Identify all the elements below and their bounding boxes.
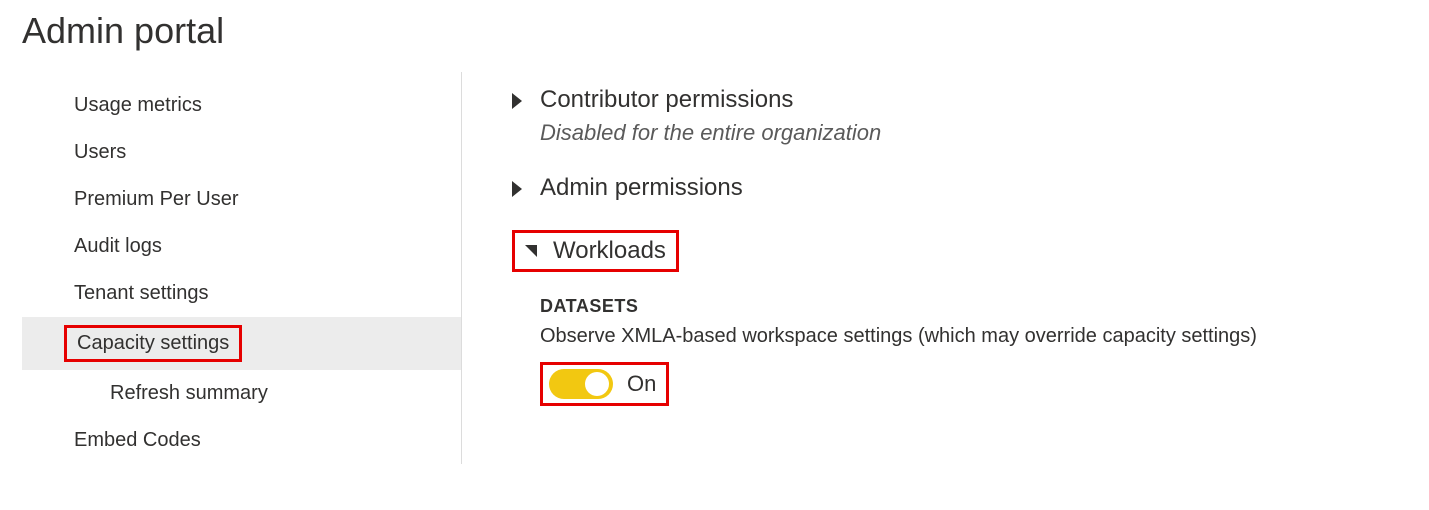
chevron-right-icon [512, 179, 526, 197]
toggle-knob [585, 372, 609, 396]
section-admin-permissions: Admin permissions [512, 174, 1429, 202]
section-header[interactable]: Workloads [512, 230, 1429, 272]
toggle-state-label: On [627, 371, 656, 397]
sidebar: Usage metrics Users Premium Per User Aud… [22, 72, 462, 464]
page-title: Admin portal [22, 10, 1429, 52]
sidebar-item-capacity-settings[interactable]: Capacity settings [22, 317, 461, 370]
highlight-box: Workloads [512, 230, 679, 272]
section-contributor-permissions: Contributor permissions Disabled for the… [512, 86, 1429, 146]
sidebar-item-users[interactable]: Users [22, 129, 461, 176]
sidebar-item-premium-per-user[interactable]: Premium Per User [22, 176, 461, 223]
sidebar-item-usage-metrics[interactable]: Usage metrics [22, 82, 461, 129]
sidebar-item-label: Capacity settings [77, 332, 229, 355]
sidebar-item-audit-logs[interactable]: Audit logs [22, 223, 461, 270]
section-workloads: Workloads DATASETS Observe XMLA-based wo… [512, 230, 1429, 406]
observe-xmla-toggle[interactable] [549, 369, 613, 399]
highlight-box: On [540, 362, 669, 406]
highlight-box: Capacity settings [64, 325, 242, 362]
section-title: Contributor permissions [540, 86, 793, 114]
section-subtext: Disabled for the entire organization [540, 120, 1429, 146]
chevron-right-icon [512, 91, 526, 109]
section-header[interactable]: Contributor permissions [512, 86, 1429, 114]
section-title: Workloads [553, 237, 666, 265]
sidebar-item-tenant-settings[interactable]: Tenant settings [22, 270, 461, 317]
section-title: Admin permissions [540, 174, 743, 202]
datasets-description: Observe XMLA-based workspace settings (w… [540, 325, 1429, 348]
sidebar-item-embed-codes[interactable]: Embed Codes [22, 417, 461, 464]
datasets-heading: DATASETS [540, 296, 1429, 317]
sidebar-item-refresh-summary[interactable]: Refresh summary [22, 370, 461, 417]
section-header[interactable]: Admin permissions [512, 174, 1429, 202]
main-content: Contributor permissions Disabled for the… [462, 72, 1429, 434]
chevron-expanded-icon [525, 243, 539, 259]
